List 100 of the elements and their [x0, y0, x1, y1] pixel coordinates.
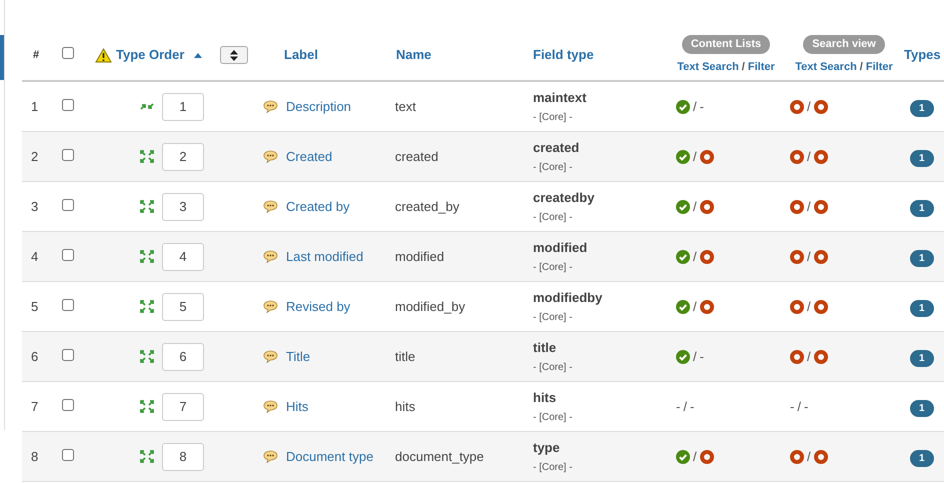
field-label-link[interactable]: Description: [286, 96, 352, 116]
checkmark-icon: [676, 300, 690, 314]
separator: /: [807, 148, 811, 166]
circle-icon: [700, 300, 714, 314]
field-name: modified: [394, 248, 446, 266]
row-checkbox[interactable]: [62, 198, 74, 211]
field-label-link[interactable]: Created by: [286, 196, 350, 216]
separator: /: [683, 398, 687, 416]
field-label-link[interactable]: Revised by: [286, 296, 350, 316]
field-type: title: [533, 339, 558, 358]
separator: /: [693, 248, 697, 266]
field-source: - [Core] -: [533, 210, 574, 225]
warning-icon: [95, 48, 112, 62]
sort-link[interactable]: Text Search: [795, 58, 857, 75]
order-field[interactable]: 1: [162, 92, 204, 120]
checkmark-icon: [676, 350, 690, 364]
field-label-link[interactable]: Last modified: [286, 246, 364, 266]
field-type: created: [533, 139, 580, 158]
separator: /: [860, 60, 863, 74]
row-number: 1: [30, 98, 40, 116]
row-number: 7: [30, 398, 40, 416]
dash: -: [790, 398, 794, 416]
row-checkbox[interactable]: [62, 348, 74, 361]
field-name: created_by: [394, 198, 460, 216]
circle-icon: [814, 300, 828, 314]
order-field[interactable]: 4: [162, 242, 204, 270]
checkmark-icon: [676, 150, 690, 164]
row-checkbox[interactable]: [62, 248, 74, 261]
separator: /: [807, 98, 811, 116]
circle-icon: [790, 300, 804, 314]
count-badge: 1: [910, 250, 934, 266]
row-number: 3: [30, 198, 40, 216]
sort-link[interactable]: Filter: [866, 58, 893, 75]
separator: /: [807, 348, 811, 366]
select-all-checkbox[interactable]: [62, 47, 74, 60]
sort-link[interactable]: Text Search: [677, 58, 739, 75]
checkmark-icon: [676, 100, 690, 114]
expand-arrows-icon[interactable]: [140, 150, 154, 163]
checkmark-icon: [676, 250, 690, 264]
row-checkbox[interactable]: [62, 398, 74, 411]
field-source: - [Core] -: [533, 460, 574, 475]
expand-arrows-icon[interactable]: [140, 450, 154, 463]
row-checkbox[interactable]: [62, 148, 74, 161]
speech-bubble-icon: [263, 100, 278, 113]
sidebar-active-marker: [0, 35, 4, 80]
separator: /: [693, 148, 697, 166]
circle-icon: [814, 450, 828, 464]
count-badge: 1: [910, 300, 934, 316]
field-name: created: [394, 148, 440, 166]
field-type: createdby: [533, 189, 596, 208]
count-badge: 1: [910, 100, 934, 116]
separator: /: [797, 398, 801, 416]
order-field[interactable]: 6: [162, 342, 204, 370]
count-badge: 1: [910, 400, 934, 416]
count-badge: 1: [910, 150, 934, 166]
sort-link[interactable]: Field type: [526, 45, 594, 65]
order-toggle-button[interactable]: [220, 46, 248, 64]
row-checkbox[interactable]: [62, 98, 74, 111]
circle-icon: [790, 150, 804, 164]
row-checkbox[interactable]: [62, 298, 74, 311]
order-field[interactable]: 7: [162, 392, 204, 420]
field-source: - [Core] -: [533, 310, 574, 325]
row-number: 2: [30, 148, 40, 166]
order-field[interactable]: 5: [162, 292, 204, 320]
speech-bubble-icon: [263, 200, 278, 213]
sort-link[interactable]: Filter: [748, 58, 775, 75]
arrows-icon[interactable]: [140, 103, 154, 110]
speech-bubble-icon: [263, 350, 278, 363]
expand-arrows-icon[interactable]: [140, 350, 154, 363]
circle-icon: [814, 350, 828, 364]
sort-link[interactable]: Type Order: [116, 45, 184, 65]
field-source: - [Core] -: [533, 160, 574, 175]
sort-link[interactable]: Name: [388, 45, 432, 65]
field-name: modified_by: [394, 298, 466, 316]
field-label-link[interactable]: Hits: [286, 396, 308, 416]
group-badge: Search view: [803, 35, 885, 54]
expand-arrows-icon[interactable]: [140, 200, 154, 213]
field-name: title: [394, 348, 416, 366]
field-type: hits: [533, 389, 558, 408]
expand-arrows-icon[interactable]: [140, 300, 154, 313]
circle-icon: [814, 150, 828, 164]
field-label-link[interactable]: Document type: [286, 446, 374, 466]
circle-icon: [814, 200, 828, 214]
row-checkbox[interactable]: [62, 448, 74, 461]
order-field[interactable]: 3: [162, 192, 204, 220]
expand-arrows-icon[interactable]: [140, 250, 154, 263]
separator: /: [693, 198, 697, 216]
field-type: type: [533, 439, 561, 458]
circle-icon: [790, 450, 804, 464]
field-label-link[interactable]: Title: [286, 346, 310, 366]
sort-link[interactable]: Label: [262, 45, 318, 65]
count-badge: 1: [910, 450, 934, 466]
expand-arrows-icon[interactable]: [140, 400, 154, 413]
field-type: maintext: [533, 89, 588, 108]
group-badge: Content Lists: [682, 35, 770, 54]
sort-link[interactable]: Types: [902, 45, 941, 65]
field-label-link[interactable]: Created: [286, 146, 332, 166]
dash: -: [804, 398, 808, 416]
order-field[interactable]: 2: [162, 142, 204, 170]
order-field[interactable]: 8: [162, 442, 204, 470]
